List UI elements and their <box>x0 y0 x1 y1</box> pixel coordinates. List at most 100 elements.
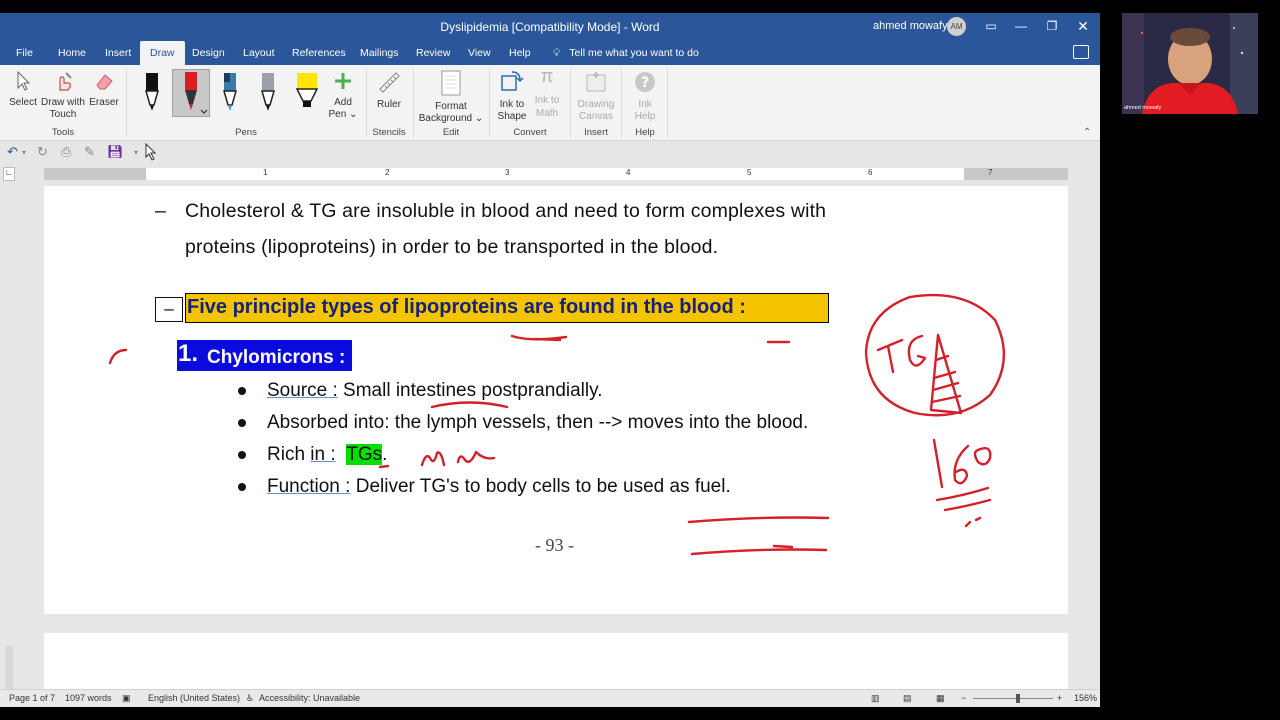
help-group-label: Help <box>635 127 655 138</box>
user-avatar[interactable]: AM <box>947 17 966 36</box>
format-background-button[interactable]: Format Background ⌄ <box>418 70 484 126</box>
pen-red-selected[interactable] <box>172 69 210 117</box>
draw-with-touch-button[interactable]: Draw with Touch <box>40 70 86 122</box>
save-icon[interactable]: 💾︎ <box>107 144 124 160</box>
proofing-icon[interactable]: ▣ <box>122 693 131 704</box>
zoom-slider[interactable] <box>973 698 1053 699</box>
dash-bullet: – <box>155 200 166 222</box>
eraser-label: Eraser <box>89 96 119 108</box>
read-mode-icon[interactable]: ▥ <box>871 693 880 704</box>
add-pen-button[interactable]: Add Pen ⌄ <box>326 70 360 122</box>
bullet-source: Source : Small intestines postprandially… <box>267 380 603 402</box>
undo-dropdown-icon[interactable]: ▾ <box>22 148 26 157</box>
convert-group-label: Convert <box>513 127 547 138</box>
ink-to-math-button[interactable]: π Ink to Math <box>530 67 564 120</box>
tab-mailings[interactable]: Mailings <box>353 41 406 65</box>
highlighted-heading: Five principle types of lipoproteins are… <box>185 293 829 323</box>
pen-black[interactable] <box>134 69 170 117</box>
close-icon[interactable]: ✕ <box>1073 16 1093 36</box>
tab-references[interactable]: References <box>285 41 353 65</box>
tab-design[interactable]: Design <box>185 41 232 65</box>
print-preview-icon[interactable]: ⎙ <box>61 144 71 160</box>
drawing-canvas-label-2: Canvas <box>579 111 613 122</box>
ribbon-tab-bar: File Home Insert Draw Design Layout Refe… <box>0 41 1100 65</box>
word-window: Dyslipidemia [Compatibility Mode] - Word… <box>0 13 1100 707</box>
tab-selector[interactable]: ∟ <box>3 167 15 181</box>
tab-home[interactable]: Home <box>51 41 93 65</box>
touch-hand-icon <box>59 72 72 91</box>
language[interactable]: English (United States) <box>148 693 240 703</box>
bullet-dot <box>238 483 246 491</box>
page-count[interactable]: Page 1 of 7 <box>9 693 55 703</box>
black-pen-icon <box>145 73 159 111</box>
tools-group-label: Tools <box>51 127 75 138</box>
zoom-level[interactable]: 156% <box>1074 693 1097 703</box>
tab-layout[interactable]: Layout <box>236 41 282 65</box>
screen: Dyslipidemia [Compatibility Mode] - Word… <box>0 0 1280 720</box>
minimize-icon[interactable]: — <box>1011 16 1031 36</box>
select-button[interactable]: Select <box>7 70 39 109</box>
ribbon-display-icon[interactable]: ▭ <box>981 16 1001 36</box>
comments-icon[interactable] <box>1073 45 1089 59</box>
ruler-number: 4 <box>626 168 631 177</box>
select-label: Select <box>9 96 37 108</box>
page-number: - 93 - <box>535 535 574 555</box>
customize-qat-icon[interactable]: ▾ <box>134 148 138 157</box>
redo-icon[interactable]: ↻ <box>37 144 48 160</box>
drawing-canvas-label-1: Drawing <box>577 98 615 110</box>
plus-icon <box>335 73 351 89</box>
accessibility-icon: ♿︎ <box>246 693 255 703</box>
restore-icon[interactable]: ❐ <box>1042 16 1062 36</box>
add-pen-label-2: Pen ⌄ <box>328 109 358 120</box>
zoom-slider-thumb[interactable] <box>1016 694 1020 703</box>
tab-insert[interactable]: Insert <box>98 41 138 65</box>
web-layout-icon[interactable]: ▦ <box>936 693 945 704</box>
tab-view[interactable]: View <box>461 41 498 65</box>
ink-help-button[interactable]: ? Ink Help <box>628 70 662 124</box>
print-layout-icon[interactable]: ▤ <box>903 693 912 704</box>
period: . <box>382 444 388 465</box>
source-text: Small intestines postprandially. <box>337 380 603 401</box>
highlighter-yellow[interactable] <box>289 69 325 117</box>
paragraph-line-2: proteins (lipoproteins) in order to be t… <box>185 236 719 258</box>
tell-me-search[interactable]: 💡︎ Tell me what you want to do <box>553 41 699 65</box>
pen-galaxy[interactable] <box>212 69 248 117</box>
mouse-cursor-icon <box>145 143 157 161</box>
ink-to-shape-button[interactable]: Ink to Shape <box>495 70 529 124</box>
ruler-number: 7 <box>988 168 993 177</box>
drawing-canvas-button[interactable]: Drawing Canvas <box>575 70 617 124</box>
edit-icon[interactable]: ✎ <box>84 144 95 160</box>
svg-text:?: ? <box>641 75 649 91</box>
undo-icon[interactable]: ↶ <box>7 144 18 160</box>
red-pen-icon <box>185 72 208 114</box>
tell-me-text: Tell me what you want to do <box>569 47 699 59</box>
title-bar: Dyslipidemia [Compatibility Mode] - Word… <box>0 13 1100 41</box>
format-bg-label-1: Format <box>435 100 467 112</box>
tab-help[interactable]: Help <box>502 41 538 65</box>
dash-bullet-box: – <box>155 297 183 322</box>
eraser-button[interactable]: Eraser <box>87 70 121 109</box>
word-count[interactable]: 1097 words <box>65 693 112 703</box>
ruler-button[interactable]: Ruler <box>372 70 406 111</box>
pen-silver[interactable] <box>250 69 286 117</box>
eraser-icon <box>96 74 113 90</box>
document-page-next[interactable] <box>44 633 1068 693</box>
add-pen-label-1: Add <box>334 96 352 108</box>
source-label: Source : <box>267 380 338 401</box>
zoom-in-icon[interactable]: + <box>1057 693 1062 703</box>
zoom-out-icon[interactable]: − <box>961 693 966 703</box>
tab-draw[interactable]: Draw <box>140 41 185 65</box>
ruler-number: 1 <box>263 168 268 177</box>
accessibility-status[interactable]: Accessibility: Unavailable <box>259 693 360 703</box>
tab-file[interactable]: File <box>9 41 40 65</box>
edit-group-label: Edit <box>442 127 460 138</box>
horizontal-ruler[interactable]: 1 2 3 4 5 6 7 <box>44 168 1068 180</box>
pens-group-label: Pens <box>235 127 257 138</box>
rich-text: Rich <box>267 444 311 465</box>
galaxy-pen-icon <box>223 73 237 111</box>
tab-review[interactable]: Review <box>409 41 457 65</box>
heading-text: Five principle types of lipoproteins are… <box>187 296 746 318</box>
quick-access-toolbar: ↶ ▾ ↻ ⎙ ✎ 💾︎ ▾ <box>0 141 1100 163</box>
collapse-ribbon-icon[interactable]: ⌃ <box>1083 127 1091 138</box>
user-name[interactable]: ahmed mowafy <box>873 20 948 32</box>
